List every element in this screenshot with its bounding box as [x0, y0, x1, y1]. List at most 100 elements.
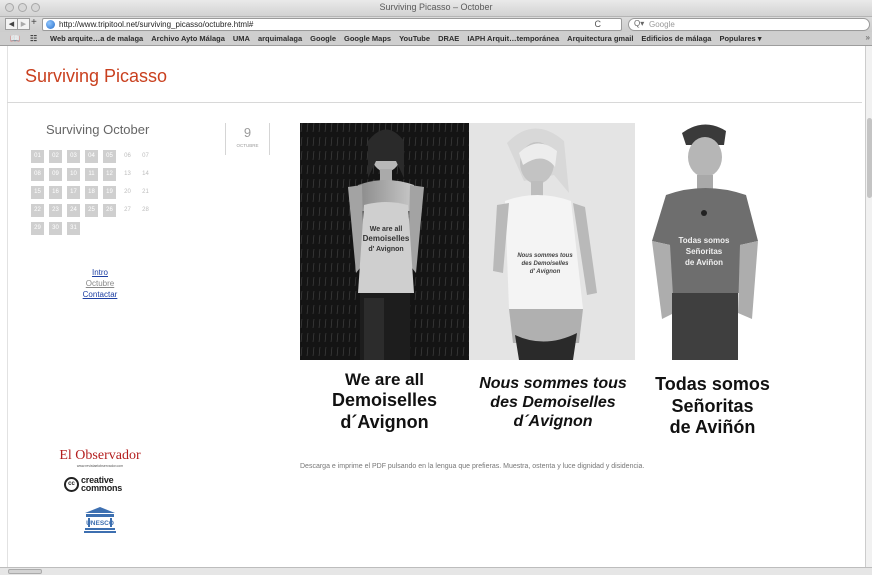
- caption-fr-line1: Nous sommes tous: [479, 375, 627, 392]
- creative-commons-logo[interactable]: cc creative commons: [64, 476, 123, 493]
- address-bar[interactable]: http://www.tripitool.net/surviving_picas…: [42, 18, 622, 31]
- calendar-day[interactable]: 24: [67, 204, 80, 217]
- shirt-text-l2-es: Señoritas: [686, 247, 723, 256]
- browser-toolbar: ◀ ▶ + http://www.tripitool.net/surviving…: [0, 17, 872, 32]
- calendar-day[interactable]: 22: [31, 204, 44, 217]
- photo-panel-french[interactable]: Nous sommes tous des Demoiselles d' Avig…: [469, 123, 635, 360]
- reading-list-icon[interactable]: 📖: [10, 34, 20, 43]
- add-bookmark-button[interactable]: +: [31, 17, 37, 28]
- bookmark-item[interactable]: Edificios de málaga: [641, 34, 711, 43]
- photo-panel-spanish[interactable]: Todas somos Señoritas de Aviñon: [640, 123, 785, 360]
- bookmark-item[interactable]: Google Maps: [344, 34, 391, 43]
- calendar-day[interactable]: 10: [67, 168, 80, 181]
- photo-panel-english[interactable]: We are all Demoiselles d' Avignon: [300, 123, 469, 360]
- shirt-text-l3-en: d' Avignon: [368, 246, 403, 253]
- nav-octubre-link[interactable]: Octubre: [86, 279, 114, 288]
- calendar-day: 20: [124, 189, 131, 195]
- calendar-day[interactable]: 04: [85, 150, 98, 163]
- calendar-day: 07: [142, 153, 149, 159]
- calendar-day[interactable]: 12: [103, 168, 116, 181]
- calendar-day[interactable]: 29: [31, 222, 44, 235]
- shirt-text-l3-fr: d' Avignon: [530, 269, 561, 275]
- calendar-day[interactable]: 08: [31, 168, 44, 181]
- caption-en-line3: d´Avignon: [340, 411, 429, 432]
- calendar-day: 28: [142, 207, 149, 213]
- caption-french-link[interactable]: Nous sommes tous des Demoiselles d´Avign…: [465, 374, 641, 432]
- cc-line2: commons: [81, 483, 123, 493]
- vertical-scrollbar[interactable]: [865, 46, 872, 568]
- caption-english-link[interactable]: We are all Demoiselles d´Avignon: [300, 370, 469, 434]
- calendar-day[interactable]: 01: [31, 150, 44, 163]
- bookmark-item[interactable]: Archivo Ayto Málaga: [151, 34, 225, 43]
- description-text: Descarga e imprime el PDF pulsando en la…: [300, 463, 645, 470]
- caption-es-line1: Todas somos: [655, 374, 770, 394]
- el-observador-url: www.revistaelobservador.com: [76, 464, 124, 468]
- caption-spanish-link[interactable]: Todas somos Señoritas de Aviñón: [640, 374, 785, 439]
- shirt-text-l2-en: Demoiselles: [363, 234, 410, 243]
- site-title[interactable]: Surviving Picasso: [25, 66, 167, 87]
- shirt-text-l1-es: Todas somos: [679, 236, 731, 245]
- cc-icon: cc: [64, 476, 79, 492]
- bookmarks-bar: 📖 ☷ Web arquite…a de malaga Archivo Ayto …: [0, 32, 872, 46]
- calendar-day[interactable]: 17: [67, 186, 80, 199]
- calendar-day[interactable]: 18: [85, 186, 98, 199]
- shirt-text-l1-en: We are all: [370, 226, 403, 233]
- calendar-day: 27: [124, 207, 131, 213]
- calendar-day[interactable]: 09: [49, 168, 62, 181]
- bookmark-item[interactable]: UMA: [233, 34, 250, 43]
- page-content: Surviving Picasso Surviving October 01 02…: [0, 46, 865, 568]
- search-input[interactable]: Q▾ Google: [628, 18, 870, 31]
- forward-button[interactable]: ▶: [17, 18, 30, 30]
- unesco-temple-icon: UNESCO: [84, 507, 116, 533]
- calendar-day: 14: [142, 171, 149, 177]
- bookmark-item[interactable]: Google: [310, 34, 336, 43]
- caption-en-line1: We are all: [344, 370, 425, 389]
- globe-icon: [46, 20, 55, 29]
- bookmark-item[interactable]: IAPH Arquit…temporánea: [467, 34, 559, 43]
- bookmark-item[interactable]: arquimalaga: [258, 34, 302, 43]
- left-divider: [7, 46, 8, 568]
- calendar-title: Surviving October: [46, 122, 150, 137]
- window-titlebar: Surviving Picasso – October: [0, 0, 872, 17]
- calendar-day[interactable]: 15: [31, 186, 44, 199]
- nav-contactar-link[interactable]: Contactar: [83, 290, 118, 299]
- calendar-day[interactable]: 02: [49, 150, 62, 163]
- caption-es-line3: de Aviñón: [669, 417, 756, 438]
- top-sites-icon[interactable]: ☷: [30, 34, 37, 43]
- el-observador-logo[interactable]: El Observador www.revistaelobservador.co…: [58, 448, 142, 468]
- calendar-day[interactable]: 03: [67, 150, 80, 163]
- shirt-text-l1-fr: Nous sommes tous: [517, 253, 573, 259]
- current-day: 9: [243, 125, 252, 140]
- calendar-day[interactable]: 31: [67, 222, 80, 235]
- horizontal-scroll-thumb[interactable]: [8, 569, 42, 574]
- current-month: OCTUBRE: [236, 143, 259, 148]
- calendar-day[interactable]: 30: [49, 222, 62, 235]
- vertical-scroll-thumb[interactable]: [867, 118, 872, 198]
- calendar-day[interactable]: 11: [85, 168, 98, 181]
- window-title: Surviving Picasso – October: [379, 2, 493, 12]
- nav-intro-link[interactable]: Intro: [92, 268, 108, 277]
- calendar-day: 13: [124, 171, 131, 177]
- calendar-day[interactable]: 19: [103, 186, 116, 199]
- bookmark-item[interactable]: YouTube: [399, 34, 430, 43]
- bookmark-item[interactable]: Arquitectura gmail: [567, 34, 633, 43]
- bookmark-item[interactable]: DRAE: [438, 34, 459, 43]
- bookmark-item[interactable]: Populares ▾: [719, 34, 761, 43]
- caption-en-line2: Demoiselles: [331, 390, 438, 411]
- bookmark-items: Web arquite…a de malaga Archivo Ayto Mála…: [50, 34, 770, 43]
- unesco-logo[interactable]: UNESCO: [84, 506, 116, 534]
- caption-fr-line3: d´Avignon: [513, 413, 593, 431]
- bookmarks-more-button[interactable]: »: [866, 33, 870, 42]
- calendar-day[interactable]: 05: [103, 150, 116, 163]
- calendar-day[interactable]: 16: [49, 186, 62, 199]
- calendar-day[interactable]: 23: [49, 204, 62, 217]
- shirt-text-l2-fr: des Demoiselles: [521, 261, 569, 267]
- bookmark-item[interactable]: Web arquite…a de malaga: [50, 34, 143, 43]
- calendar-day[interactable]: 26: [103, 204, 116, 217]
- search-icon[interactable]: Q▾: [634, 19, 644, 28]
- shirt-text-l3-es: de Aviñon: [685, 258, 723, 267]
- reload-icon[interactable]: C: [595, 19, 602, 29]
- header-divider: [7, 102, 862, 103]
- site-nav: Intro Octubre Contactar: [60, 268, 140, 301]
- calendar-day[interactable]: 25: [85, 204, 98, 217]
